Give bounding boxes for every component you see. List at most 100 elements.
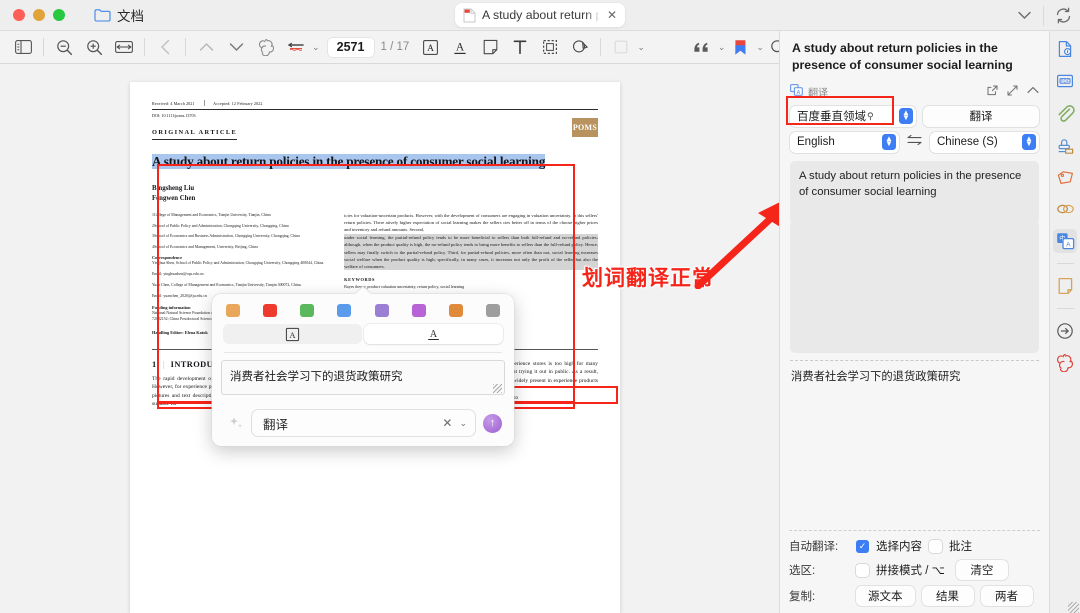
correspondence-text: Yinghua Shen, School of Public Policy an… — [152, 260, 330, 266]
swatch-red[interactable] — [263, 304, 277, 317]
sidebar-toggle-icon[interactable] — [8, 33, 38, 61]
result-text-box[interactable]: 消费者社会学习下的退货政策研究 — [780, 361, 1049, 385]
tag-icon[interactable] — [1053, 165, 1077, 189]
export-icon[interactable] — [1053, 319, 1077, 343]
result-text-value: 消费者社会学习下的退货政策研究 — [791, 371, 960, 383]
copy-result-button[interactable]: 结果 — [922, 586, 974, 606]
note-panel-icon[interactable] — [1053, 274, 1077, 298]
language-row: English ▲▼ Chinese (S) ▲▼ — [780, 127, 1049, 153]
popup-command-input[interactable]: 翻译 ✕ ⌄ — [252, 410, 475, 436]
popup-command-row: 翻译 ✕ ⌄ ↑ — [222, 410, 504, 436]
bookmark-icon[interactable] — [725, 33, 755, 61]
clear-button[interactable]: 清空 — [956, 560, 1008, 580]
splice-mode-label: 拼接模式 / ⌥ — [876, 562, 945, 578]
tab-title: A study about return poli — [482, 8, 600, 22]
zoom-in-icon[interactable] — [79, 33, 109, 61]
swatch-orange[interactable] — [226, 304, 240, 317]
copy-label: 复制: — [789, 588, 849, 604]
window-resize-grip[interactable] — [1068, 602, 1079, 613]
openai-panel-icon[interactable] — [1053, 351, 1077, 375]
swatch-amber[interactable] — [449, 304, 463, 317]
shape-chevron-icon[interactable]: ⌄ — [637, 42, 645, 53]
swatch-green[interactable] — [300, 304, 314, 317]
link-icon[interactable] — [1053, 197, 1077, 221]
open-external-icon[interactable] — [987, 85, 998, 99]
source-language-stepper-icon[interactable]: ▲▼ — [882, 134, 896, 150]
highlight-color-swatches[interactable] — [222, 302, 504, 323]
bookmark-chevron-icon[interactable]: ⌄ — [756, 42, 764, 53]
underline-text-icon[interactable]: A — [445, 33, 475, 61]
swatch-purple[interactable] — [375, 304, 389, 317]
zoom-out-icon[interactable] — [49, 33, 79, 61]
expand-icon[interactable] — [1007, 85, 1018, 99]
resize-grip-icon[interactable] — [493, 384, 502, 393]
application-window: 文档 A study about return poli ✕ — [0, 0, 1080, 613]
source-text-pane-extension[interactable] — [790, 223, 1039, 353]
swatch-blue[interactable] — [337, 304, 351, 317]
window-controls[interactable] — [13, 9, 65, 21]
text-tool-icon[interactable] — [505, 33, 535, 61]
svg-text:PDF: PDF — [1061, 78, 1070, 83]
maximize-window-button[interactable] — [53, 9, 65, 21]
auto-translate-selection-checkbox[interactable]: ✓ — [856, 540, 869, 553]
crop-icon[interactable] — [535, 33, 565, 61]
signature-icon[interactable] — [565, 33, 595, 61]
source-text-box[interactable]: A study about return policies in the pre… — [790, 161, 1039, 224]
documents-folder-button[interactable]: 文档 — [94, 5, 144, 25]
minimize-window-button[interactable] — [33, 9, 45, 21]
close-window-button[interactable] — [13, 9, 25, 21]
correspondence-email-1: Email: yinghuashen@cqu.edu.cn. — [152, 271, 330, 277]
titlebar-chevron-down-button[interactable] — [1007, 0, 1041, 31]
page-down-icon[interactable] — [221, 33, 251, 61]
accepted-date: Accepted: 12 February 2022 — [213, 101, 262, 106]
page-up-icon[interactable] — [191, 33, 221, 61]
segment-underline[interactable]: A — [364, 324, 503, 344]
translate-button[interactable]: 翻译 — [923, 106, 1039, 127]
swatch-magenta[interactable] — [412, 304, 426, 317]
attachment-icon[interactable] — [1053, 101, 1077, 125]
translate-engine-select[interactable]: 百度垂直领域 ⚲ ▲▼ — [790, 106, 916, 127]
engine-stepper-icon[interactable]: ▲▼ — [899, 108, 913, 124]
translate-panel-icon[interactable]: 中A — [1053, 229, 1077, 253]
target-language-select[interactable]: Chinese (S) ▲▼ — [930, 132, 1039, 153]
sync-icon[interactable] — [1046, 0, 1080, 31]
swatch-gray[interactable] — [486, 304, 500, 317]
source-language-select[interactable]: English ▲▼ — [790, 132, 899, 153]
popup-command-chevron-icon[interactable]: ⌄ — [459, 418, 467, 429]
openai-icon[interactable] — [251, 33, 281, 61]
page-info-icon[interactable] — [1053, 37, 1077, 61]
underline-tool-chevron-icon[interactable]: ⌄ — [312, 42, 320, 53]
copy-both-button[interactable]: 两者 — [981, 586, 1033, 606]
highlight-popup[interactable]: A A 消费者社会学习下的退货政策研究 翻译 ✕ ⌄ — [212, 294, 514, 446]
splice-mode-checkbox[interactable] — [856, 564, 869, 577]
shape-icon[interactable] — [606, 33, 636, 61]
swap-languages-icon[interactable] — [906, 133, 923, 151]
quote-icon[interactable] — [687, 33, 717, 61]
underline-tool-icon[interactable] — [281, 33, 311, 61]
tab-document[interactable]: A study about return poli ✕ — [455, 3, 625, 27]
engine-row: 百度垂直领域 ⚲ ▲▼ 翻译 — [780, 101, 1049, 127]
quote-chevron-icon[interactable]: ⌄ — [718, 42, 726, 53]
back-icon[interactable] — [150, 33, 180, 61]
highlight-style-segmented-control[interactable]: A A — [222, 324, 504, 344]
tab-strip: A study about return poli ✕ — [455, 3, 625, 27]
collapse-chevron-icon[interactable] — [1027, 86, 1039, 97]
popup-send-button[interactable]: ↑ — [483, 414, 502, 433]
bookmark-outline-icon[interactable]: PDF — [1053, 69, 1077, 93]
article-title[interactable]: A study about return policies in the pre… — [152, 153, 598, 172]
stamp-icon[interactable] — [1053, 133, 1077, 157]
popup-command-clear-icon[interactable]: ✕ — [442, 416, 452, 430]
fit-width-icon[interactable] — [109, 33, 139, 61]
auto-translate-annotation-checkbox[interactable] — [929, 540, 942, 553]
segment-highlight[interactable]: A — [223, 324, 362, 344]
document-viewer[interactable]: Received: 4 March 2021 Accepted: 12 Febr… — [0, 64, 779, 613]
page-number-input[interactable]: 2571 — [328, 38, 374, 57]
target-language-stepper-icon[interactable]: ▲▼ — [1022, 134, 1036, 150]
highlight-text-icon[interactable]: A — [415, 33, 445, 61]
popup-note-textarea[interactable]: 消费者社会学习下的退货政策研究 — [222, 361, 504, 394]
svg-text:A: A — [289, 330, 296, 340]
affiliation-4: 4School of Economics and Management, Uni… — [152, 244, 330, 250]
note-icon[interactable] — [475, 33, 505, 61]
copy-source-button[interactable]: 源文本 — [856, 586, 915, 606]
tab-close-button[interactable]: ✕ — [607, 9, 617, 21]
